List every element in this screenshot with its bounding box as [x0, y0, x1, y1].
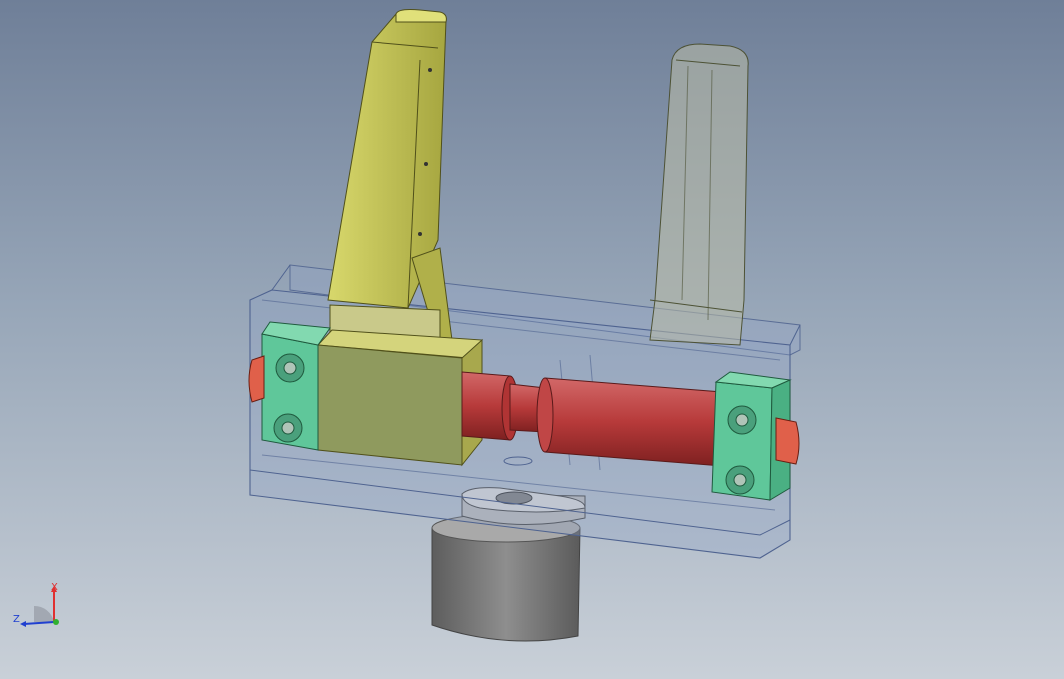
left-gripper-finger[interactable] — [327, 9, 453, 346]
right-end-cap[interactable] — [775, 417, 800, 465]
graphics-viewport[interactable]: X Z — [0, 0, 1064, 679]
triad-plane — [34, 605, 54, 622]
z-axis-arrow — [23, 621, 55, 625]
z-axis-head — [20, 621, 26, 627]
left-end-cap[interactable] — [248, 355, 265, 403]
z-axis-label: Z — [13, 614, 20, 625]
right-gripper-finger[interactable] — [649, 43, 749, 346]
x-axis-label: X — [51, 582, 58, 593]
y-axis-dot — [53, 619, 59, 625]
gripper-assembly-model[interactable] — [0, 0, 1064, 679]
coordinate-triad: X Z — [13, 582, 59, 627]
